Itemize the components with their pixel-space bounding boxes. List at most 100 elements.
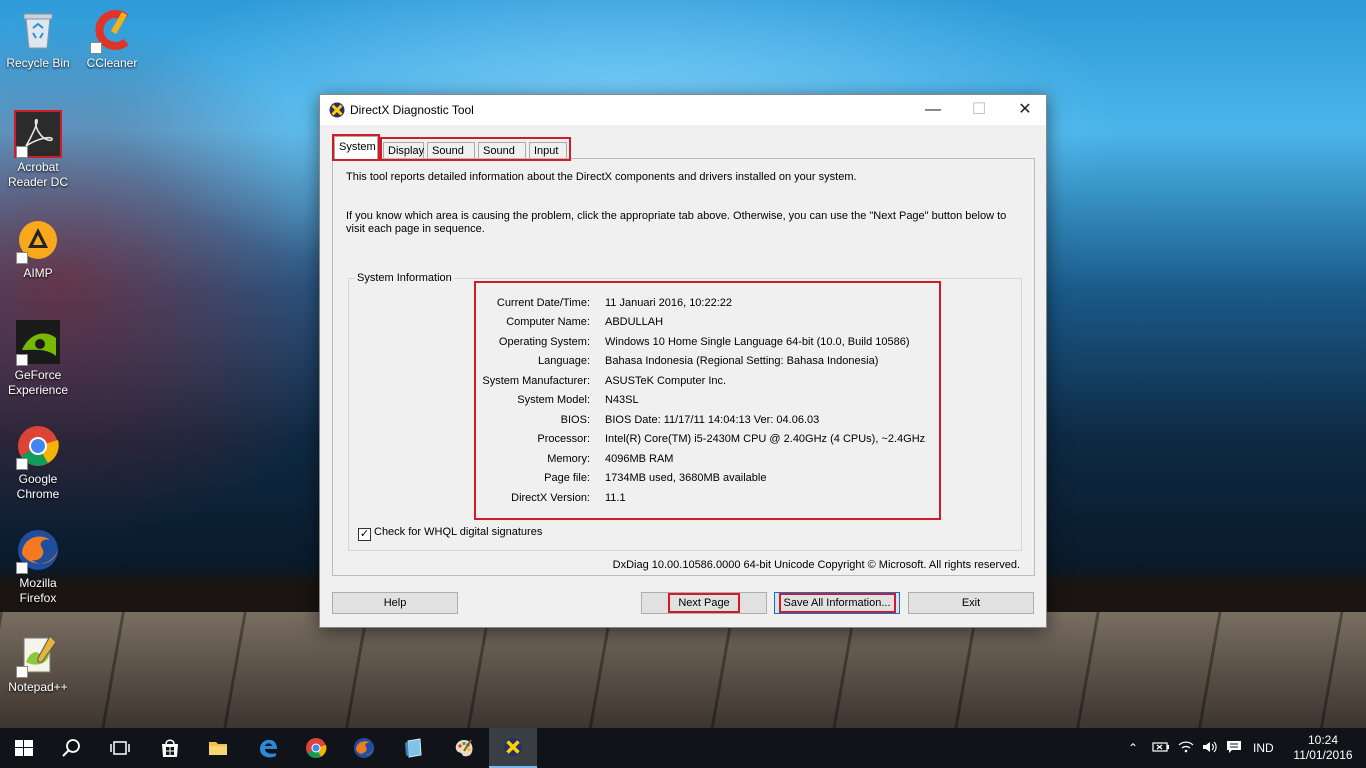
tab-system[interactable]: System [332,134,380,161]
aimp-desktop-icon[interactable]: AIMP [0,218,76,281]
search-button[interactable] [48,728,96,768]
shortcut-arrow-icon [16,146,28,158]
info-label: BIOS: [560,414,590,426]
wifi-icon[interactable] [1178,728,1194,768]
taskbar: ⌃ IND 10:24 11/01/2016 [0,728,1366,768]
maximize-button[interactable]: ☐ [956,95,1002,125]
folder-icon [209,742,227,755]
info-label: Language: [538,355,590,367]
intro-text: This tool reports detailed information a… [346,171,857,183]
notepad-plus-plus-desktop-icon[interactable]: Notepad++ [0,632,76,695]
mozilla-firefox-label: Mozilla Firefox [19,576,57,605]
window-title: DirectX Diagnostic Tool [350,103,474,117]
info-row-memory: Memory: 4096MB RAM [349,453,1009,467]
help-button[interactable]: Help [332,592,458,614]
shortcut-arrow-icon [16,354,28,366]
shortcut-arrow-icon [16,252,28,264]
info-value: 4096MB RAM [605,453,674,465]
chrome-icon [306,738,327,758]
shortcut-arrow-icon [16,458,28,470]
taskbar-chrome[interactable] [292,728,340,768]
firefox-icon [16,528,60,574]
geforce-experience-desktop-icon[interactable]: GeForce Experience [0,320,76,398]
save-all-information-button[interactable]: Save All Information... [774,592,900,614]
shortcut-arrow-icon [16,562,28,574]
info-value: N43SL [605,394,639,406]
desktop-wallpaper-floor [0,612,1366,728]
geforce-experience-label: GeForce Experience [7,368,69,397]
info-label: Processor: [537,433,590,445]
directx-diagnostic-window: DirectX Diagnostic Tool — ☐ ✕ System Dis… [319,94,1047,628]
whql-checkbox[interactable]: ✓ [358,528,371,541]
info-label: System Model: [517,394,590,406]
instructions-line-1: If you know which area is causing the pr… [346,210,1007,222]
info-value: Windows 10 Home Single Language 64-bit (… [605,336,910,348]
taskbar-edge[interactable] [244,728,292,768]
store-icon [162,739,178,757]
tabs-highlight-box [380,137,571,161]
info-row-bios: BIOS: BIOS Date: 11/17/11 14:04:13 Ver: 0… [349,414,1009,428]
aimp-icon [16,218,60,264]
mozilla-firefox-desktop-icon[interactable]: Mozilla Firefox [0,528,76,606]
whql-checkbox-row[interactable]: ✓ Check for WHQL digital signatures [358,526,542,541]
whql-checkbox-label: Check for WHQL digital signatures [374,526,543,538]
system-information-group: System Information Current Date/Time: 11 … [348,272,1022,551]
volume-icon[interactable] [1201,728,1219,768]
exit-button[interactable]: Exit [908,592,1034,614]
geforce-experience-icon [16,320,60,366]
next-page-button[interactable]: Next Page [641,592,767,614]
taskbar-firefox[interactable] [340,728,388,768]
google-chrome-desktop-icon[interactable]: Google Chrome [0,424,76,502]
ccleaner-label: CCleaner [86,56,138,70]
desktop: Recycle Bin CCleaner Acrobat Reader DC A… [0,0,1366,728]
start-button[interactable] [0,728,48,768]
ccleaner-icon [90,8,134,54]
clock-date: 11/01/2016 [1293,748,1353,762]
info-row-system-model: System Model: N43SL [349,394,1009,408]
ccleaner-desktop-icon[interactable]: CCleaner [74,8,150,71]
info-value: 11 Januari 2016, 10:22:22 [605,297,733,309]
show-hidden-icons-chevron-up-icon[interactable]: ⌃ [1128,728,1138,768]
info-value: Intel(R) Core(TM) i5-2430M CPU @ 2.40GHz… [605,433,926,445]
chrome-icon [16,424,60,470]
clock[interactable]: 10:24 11/01/2016 [1290,728,1356,768]
info-value: ABDULLAH [605,316,664,328]
recycle-bin-icon [16,8,60,52]
info-row-language: Language: Bahasa Indonesia (Regional Sett… [349,355,1009,369]
info-label: Page file: [544,472,590,484]
minimize-button[interactable]: — [910,95,956,125]
acrobat-reader-label: Acrobat Reader DC [7,160,69,189]
info-label: DirectX Version: [511,492,590,504]
edge-icon [260,739,277,758]
windows-logo-icon [15,740,33,756]
action-center-icon[interactable] [1226,728,1242,768]
taskbar-dxdiag[interactable] [489,728,537,768]
title-bar[interactable]: DirectX Diagnostic Tool — ☐ ✕ [320,95,1046,125]
battery-icon[interactable] [1152,728,1170,768]
info-row-directx-version: DirectX Version: 11.1 [349,492,1009,506]
taskbar-file-explorer[interactable] [194,728,242,768]
next-page-label: Next Page [668,593,740,613]
taskbar-paint[interactable] [440,728,488,768]
recycle-bin-label: Recycle Bin [6,56,70,70]
firefox-icon [354,738,374,758]
copyright-text: DxDiag 10.00.10586.0000 64-bit Unicode C… [612,559,1020,571]
cube-app-icon [405,738,422,758]
notepad-plus-plus-icon [16,632,60,678]
search-icon [62,739,80,757]
close-button[interactable]: ✕ [1002,95,1048,125]
info-row-page-file: Page file: 1734MB used, 3680MB available [349,472,1009,486]
task-view-button[interactable] [96,728,144,768]
info-value: 11.1 [605,492,626,504]
acrobat-reader-desktop-icon[interactable]: Acrobat Reader DC [0,110,76,190]
taskbar-app-cube[interactable] [390,728,438,768]
info-label: Current Date/Time: [496,297,590,309]
notepad-plus-plus-label: Notepad++ [8,680,68,694]
input-language-indicator[interactable]: IND [1253,728,1274,768]
shortcut-arrow-icon [90,42,102,54]
task-view-icon [110,741,130,755]
recycle-bin-desktop-icon[interactable]: Recycle Bin [0,8,76,71]
taskbar-store[interactable] [146,728,194,768]
info-label: Operating System: [498,336,590,348]
shortcut-arrow-icon [16,666,28,678]
